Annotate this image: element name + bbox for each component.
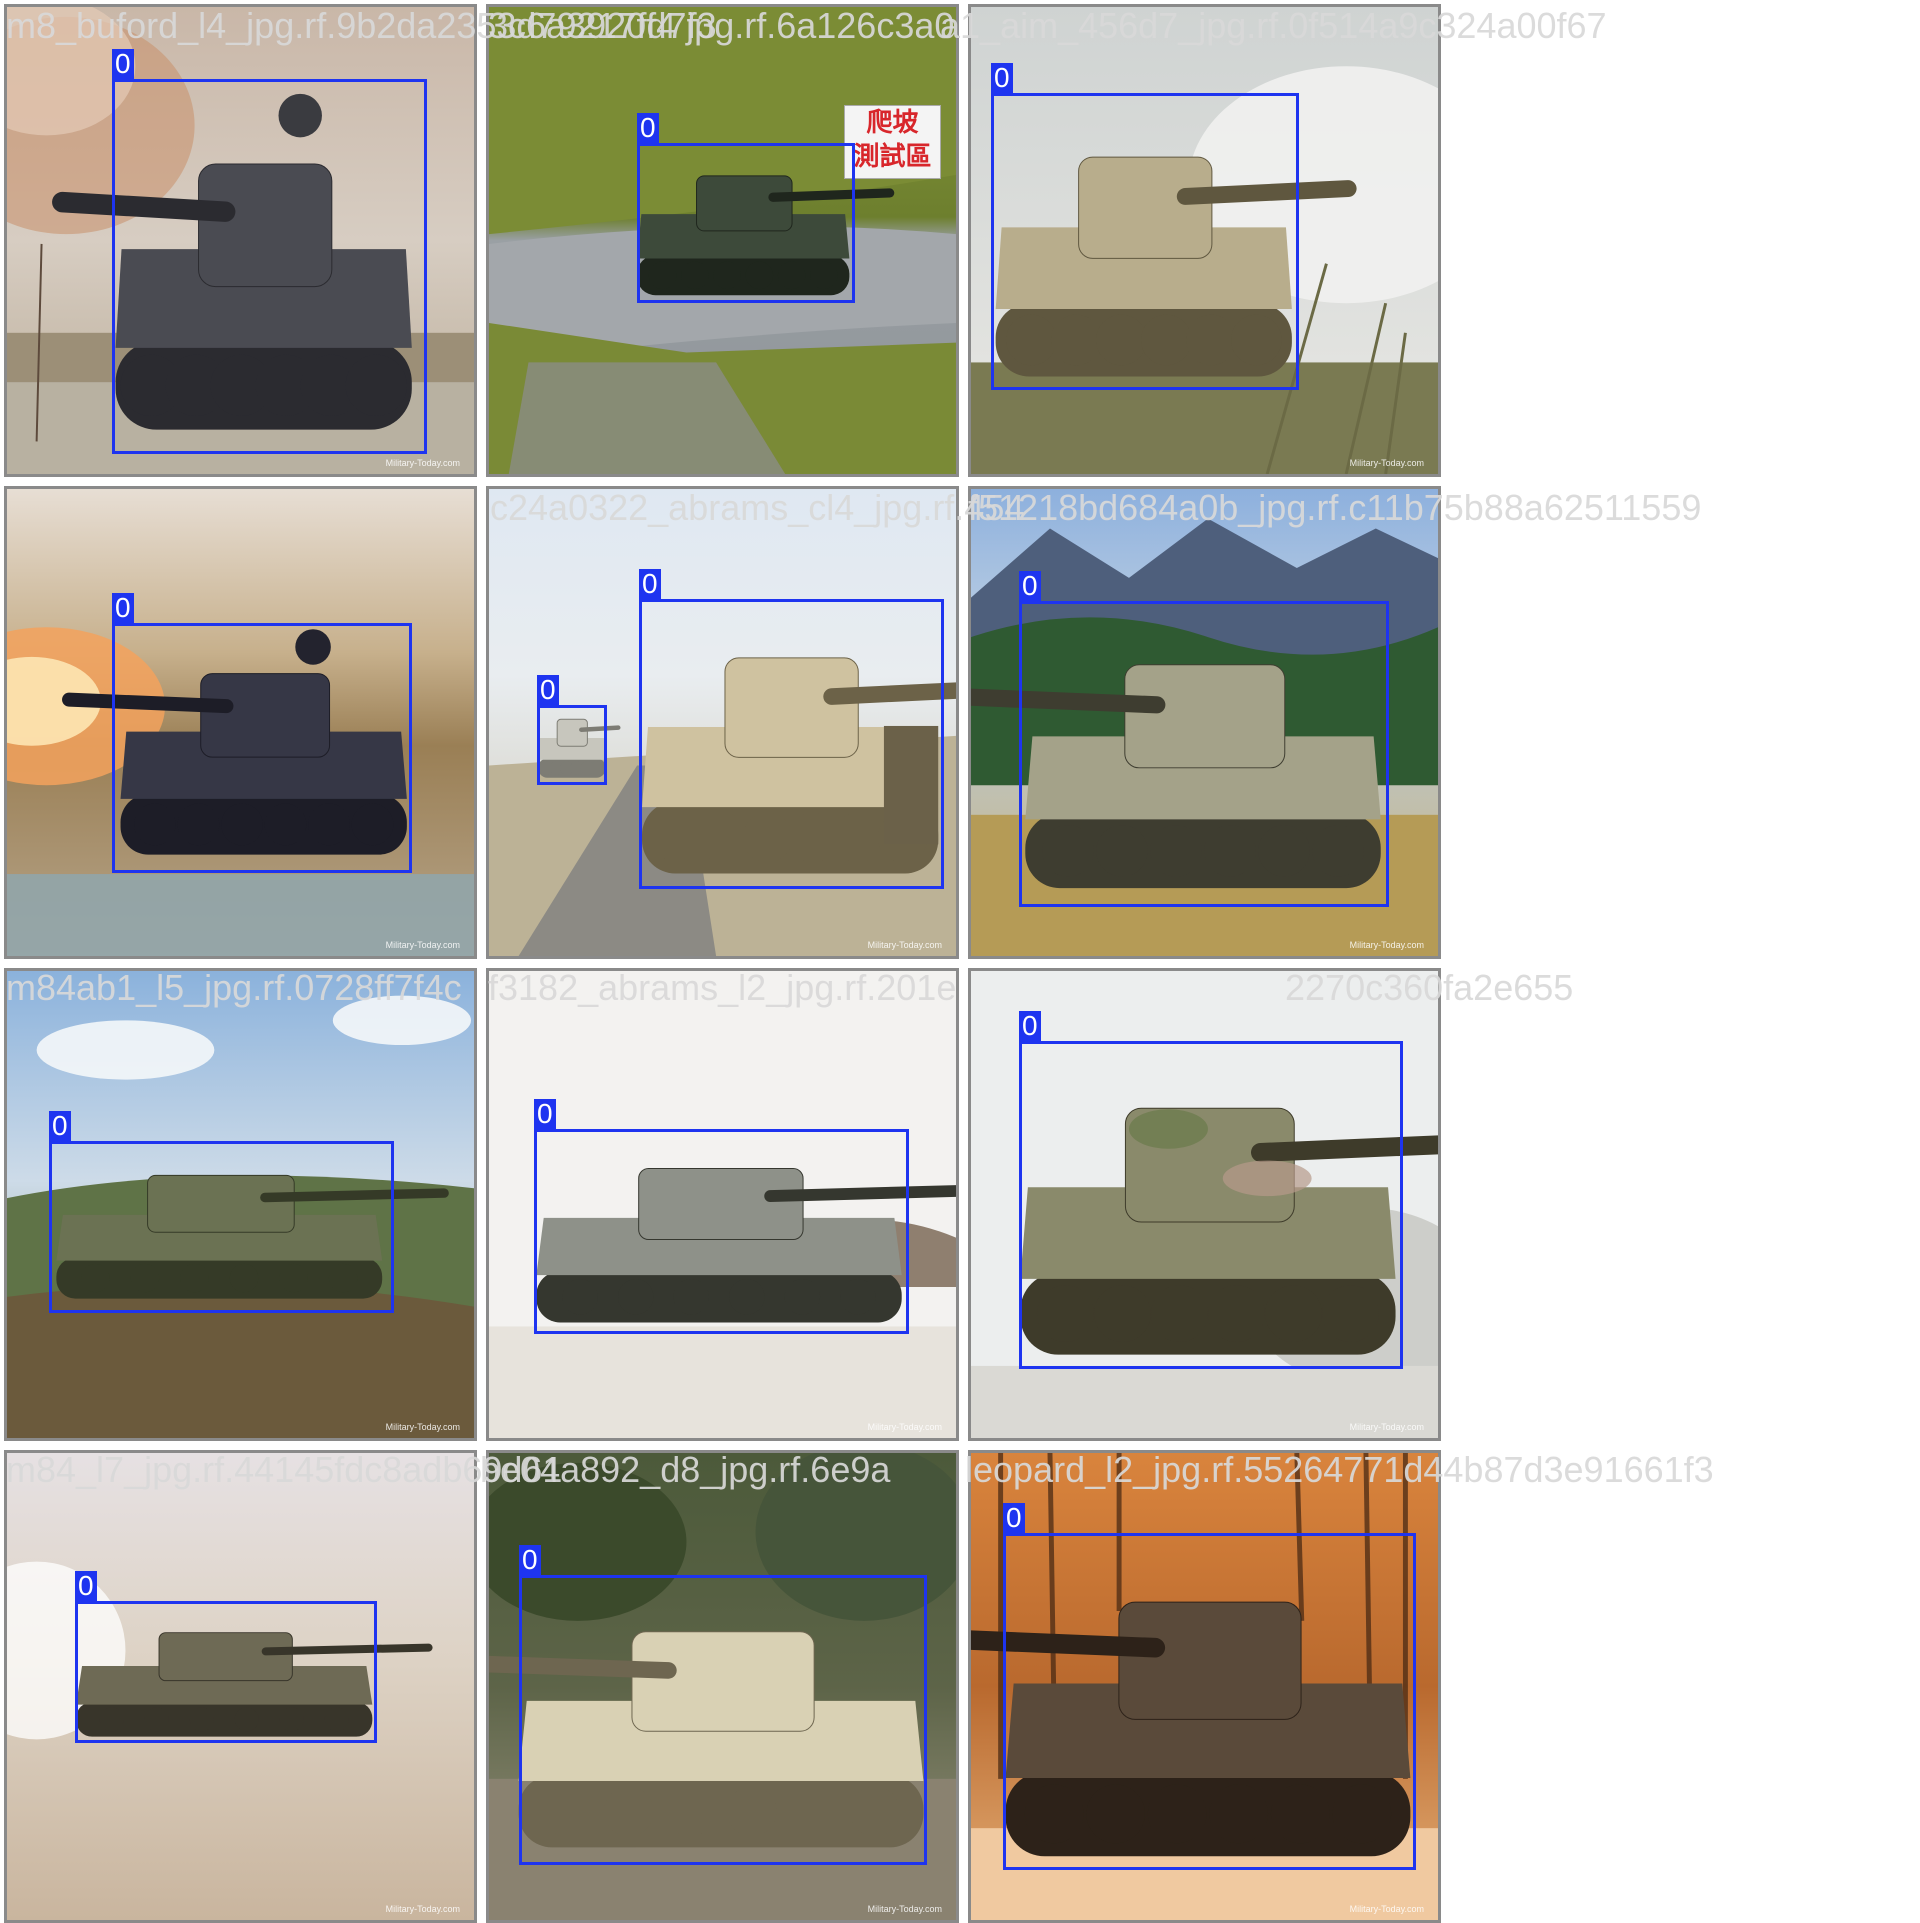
photo-watermark: Military-Today.com [1349, 1904, 1424, 1914]
mosaic-tile: 爬坡 測試區 0 [486, 4, 959, 477]
mosaic-tile: Military-Today.com 0 [486, 1450, 959, 1923]
photo-watermark: Military-Today.com [1349, 940, 1424, 950]
detection-mosaic: Military-Today.com 0 爬坡 測試區 0 Military-Tod… [0, 0, 1445, 1923]
class-label: 0 [1003, 1503, 1025, 1533]
photo-watermark: Military-Today.com [1349, 458, 1424, 468]
mosaic-tile: Military-Today.com 0 [968, 1450, 1441, 1923]
class-label: 0 [637, 113, 659, 143]
photo-watermark: Military-Today.com [385, 1904, 460, 1914]
mosaic-tile: Military-Today.com 0 [4, 486, 477, 959]
class-label: 0 [75, 1571, 97, 1601]
photo-watermark: Military-Today.com [867, 940, 942, 950]
class-label: 0 [639, 569, 661, 599]
detection-box: 0 [49, 1111, 394, 1313]
mosaic-tile: Military-Today.com 0 [968, 486, 1441, 959]
photo-watermark: Military-Today.com [1349, 1422, 1424, 1432]
detection-box: 0 [519, 1545, 927, 1865]
photo-watermark: Military-Today.com [385, 1422, 460, 1432]
mosaic-tile: Military-Today.com 0 [486, 968, 959, 1441]
mosaic-tile: Military-Today.com 0 [968, 4, 1441, 477]
class-label: 0 [991, 63, 1013, 93]
detection-box: 0 [112, 49, 427, 454]
class-label: 0 [1019, 571, 1041, 601]
detection-box: 0 [1019, 571, 1389, 907]
detection-box: 0 [991, 63, 1299, 390]
detection-box: 0 [75, 1571, 377, 1743]
mosaic-tile: Military-Today.com 0 0 [486, 486, 959, 959]
photo-watermark: Military-Today.com [385, 458, 460, 468]
mosaic-tile: Military-Today.com 0 [4, 1450, 477, 1923]
roadside-sign: 爬坡 測試區 [844, 105, 941, 179]
detection-box: 0 [639, 569, 944, 889]
mosaic-tile: Military-Today.com 0 [4, 4, 477, 477]
class-label: 0 [112, 593, 134, 623]
photo-watermark: Military-Today.com [867, 1422, 942, 1432]
detection-box: 0 [1003, 1503, 1416, 1870]
class-label: 0 [537, 675, 559, 705]
detection-box: 0 [534, 1099, 909, 1334]
mosaic-tile: Military-Today.com 0 [4, 968, 477, 1441]
mosaic-tile: Military-Today.com 0 [968, 968, 1441, 1441]
class-label: 0 [49, 1111, 71, 1141]
photo-watermark: Military-Today.com [385, 940, 460, 950]
detection-box: 0 [1019, 1011, 1403, 1369]
photo-watermark: Military-Today.com [867, 1904, 942, 1914]
class-label: 0 [519, 1545, 541, 1575]
detection-box: 0 [112, 593, 412, 873]
detection-box: 0 [537, 675, 607, 785]
class-label: 0 [112, 49, 134, 79]
detection-box: 0 [637, 113, 855, 303]
class-label: 0 [1019, 1011, 1041, 1041]
class-label: 0 [534, 1099, 556, 1129]
